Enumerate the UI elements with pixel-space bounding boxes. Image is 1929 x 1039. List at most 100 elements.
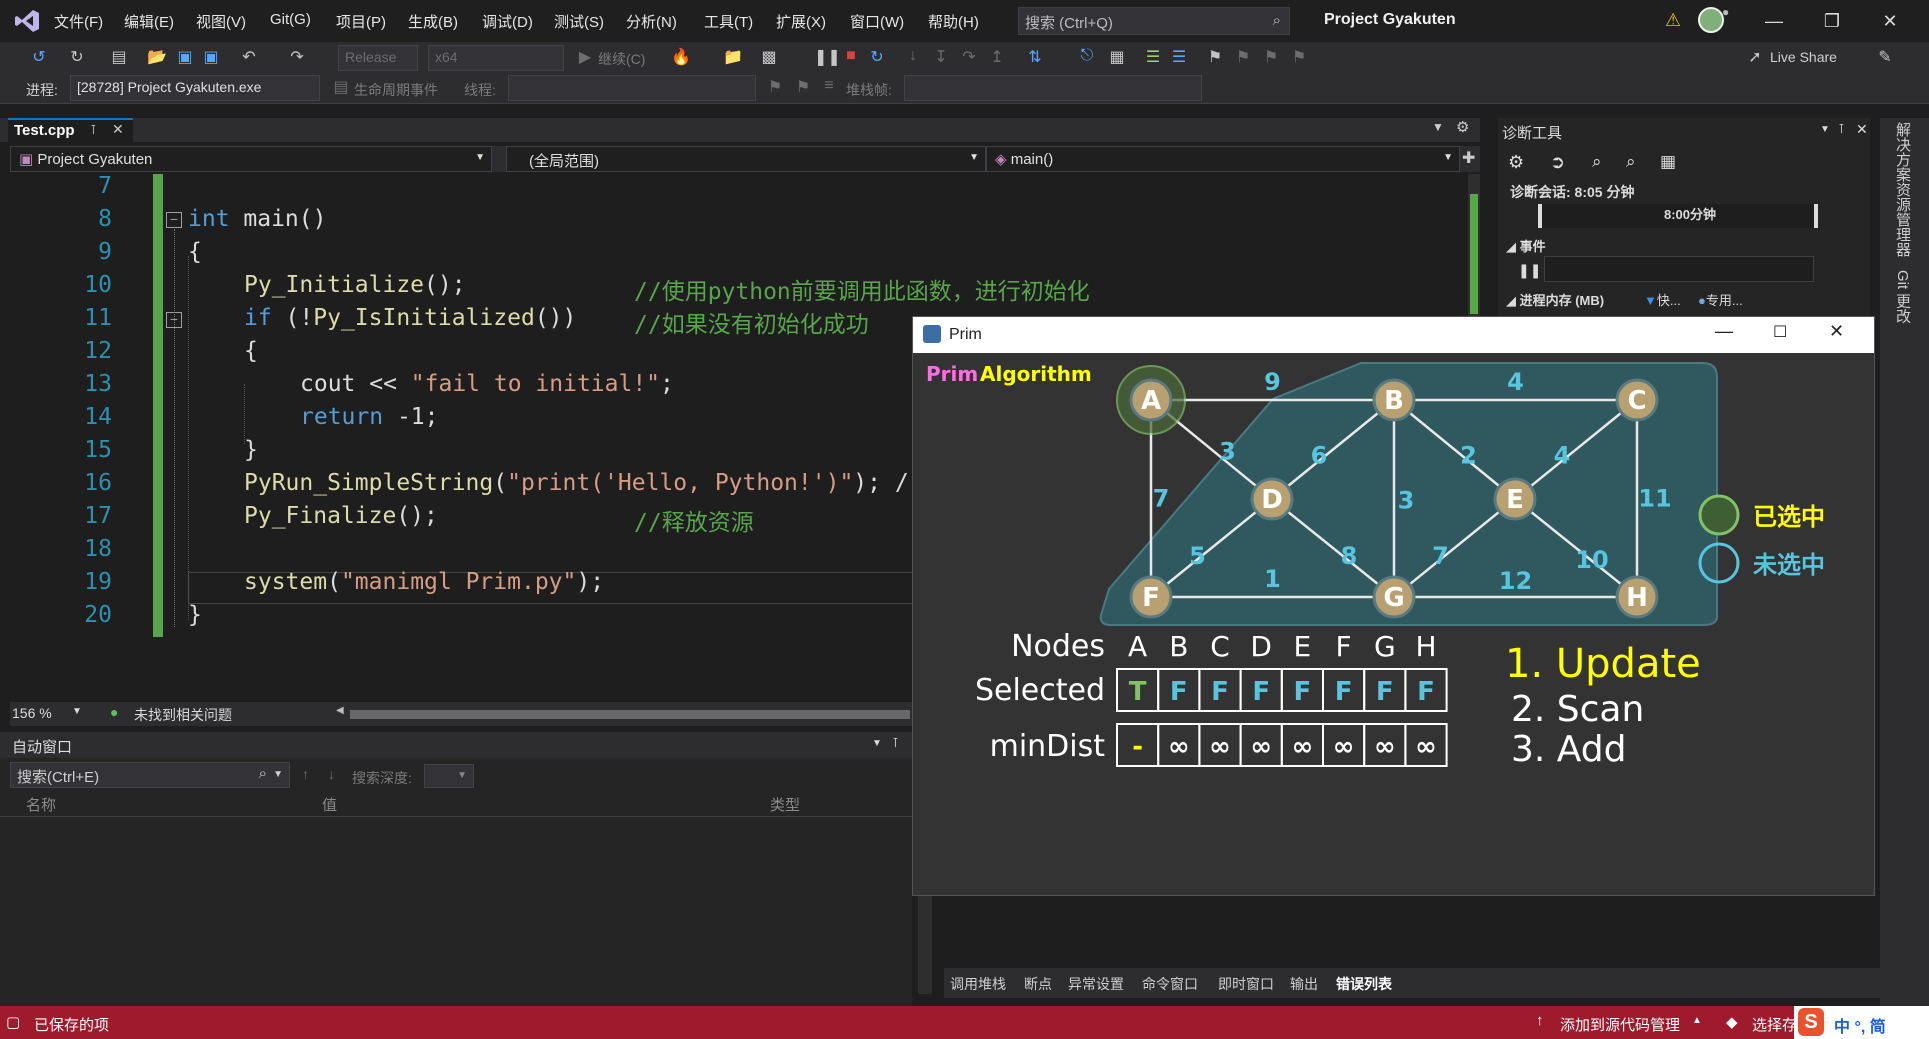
live-share-icon[interactable]: ➚: [1744, 47, 1766, 67]
scroll-left-icon[interactable]: ◀: [336, 705, 344, 716]
prim-maximize-button[interactable]: ☐: [1773, 322, 1787, 342]
menu-item[interactable]: 项目(P): [336, 11, 386, 32]
memory-icon[interactable]: ▦: [1106, 47, 1128, 67]
close-button[interactable]: ✕: [1870, 6, 1910, 36]
restart-icon[interactable]: ↻: [866, 47, 888, 67]
bottom-tab[interactable]: 错误列表: [1336, 974, 1392, 994]
chevron-down-icon[interactable]: ▼: [72, 706, 82, 717]
feedback-icon[interactable]: ✎: [1874, 47, 1896, 67]
warning-icon[interactable]: ⚠: [1665, 10, 1681, 31]
avatar[interactable]: [1698, 7, 1724, 33]
comment-icon[interactable]: ☰: [1142, 47, 1164, 67]
bottom-tab[interactable]: 异常设置: [1068, 974, 1124, 994]
export-icon[interactable]: ➲: [1550, 152, 1565, 173]
zoom-out-icon[interactable]: ⌕: [1626, 152, 1636, 172]
add-source-control[interactable]: 添加到源代码管理: [1560, 1014, 1680, 1035]
continue-icon[interactable]: ▶: [574, 47, 596, 67]
undo-icon[interactable]: ↶: [238, 47, 260, 67]
pin-icon[interactable]: ⊺: [90, 122, 97, 138]
minimize-button[interactable]: —: [1754, 6, 1794, 36]
pause-icon[interactable]: ❚❚: [1518, 262, 1541, 279]
project-select[interactable]: ▣ Project Gyakuten ▼: [10, 146, 492, 172]
menu-item[interactable]: 帮助(H): [928, 11, 979, 32]
grid-icon[interactable]: ▦: [1660, 152, 1676, 172]
scope-select[interactable]: (全局范围) ▼: [506, 146, 986, 172]
code-line-13[interactable]: cout << "fail to initial!";: [300, 371, 674, 397]
step-into-icon[interactable]: ↓: [902, 47, 924, 65]
step-out-icon[interactable]: ↥: [986, 47, 1008, 67]
split-icon[interactable]: ✚: [1462, 148, 1475, 168]
platform-select[interactable]: x64: [428, 45, 564, 71]
tab-list-icon[interactable]: ▼: [1432, 120, 1444, 134]
ime-bar[interactable]: S 中 °, 简: [1794, 1006, 1929, 1039]
back-icon[interactable]: ↺: [28, 47, 50, 67]
ime-status[interactable]: 中 °, 简: [1834, 1013, 1886, 1037]
uncomment-icon[interactable]: ☰: [1168, 47, 1190, 67]
next-bookmark-icon[interactable]: ⚑: [1260, 47, 1282, 67]
bottom-tab[interactable]: 调用堆栈: [950, 974, 1006, 994]
stackframe-select[interactable]: [904, 75, 1202, 101]
code-line-14[interactable]: return -1;: [300, 404, 438, 430]
code-line-17[interactable]: Py_Finalize();: [244, 503, 438, 529]
save-icon[interactable]: ▣: [174, 47, 196, 67]
horizontal-scrollbar[interactable]: [350, 710, 910, 719]
filter-icon[interactable]: ⚑: [792, 77, 814, 97]
column-name[interactable]: 名称: [26, 794, 56, 815]
menu-item[interactable]: 生成(B): [408, 11, 458, 32]
code-line-15[interactable]: }: [244, 437, 258, 463]
stop-icon[interactable]: ■: [840, 47, 862, 65]
saved-status[interactable]: 已保存的项: [34, 1014, 109, 1035]
pin-icon[interactable]: ⊺: [1838, 121, 1845, 137]
open-file-icon[interactable]: 📂: [146, 47, 168, 67]
thread-select[interactable]: [508, 75, 756, 101]
prim-minimize-button[interactable]: —: [1715, 321, 1733, 342]
menu-item[interactable]: 扩展(X): [776, 11, 826, 32]
menu-item[interactable]: Git(G): [270, 11, 311, 28]
search-input[interactable]: 搜索 (Ctrl+Q) ⌕: [1018, 7, 1290, 35]
settings-icon[interactable]: ⚙: [1456, 118, 1469, 136]
step-back-icon[interactable]: ↷: [958, 47, 980, 67]
menu-item[interactable]: 视图(V): [196, 11, 246, 32]
zoom-level[interactable]: 156 %: [12, 705, 52, 721]
bottom-tab[interactable]: 输出: [1290, 974, 1318, 994]
code-line-20[interactable]: }: [188, 602, 202, 628]
clear-bookmarks-icon[interactable]: ⚑: [1288, 47, 1310, 67]
select-repo[interactable]: 选择存: [1752, 1014, 1797, 1035]
timeline-start-handle[interactable]: [1538, 204, 1542, 228]
breakpoint-icon[interactable]: ⎋: [1076, 47, 1098, 65]
code-line-12[interactable]: {: [244, 338, 258, 364]
continue-label[interactable]: 继续(C): [598, 49, 645, 69]
prim-close-button[interactable]: ✕: [1829, 321, 1844, 342]
close-panel-icon[interactable]: ✕: [1856, 121, 1868, 138]
menu-item[interactable]: 编辑(E): [124, 11, 174, 32]
bottom-tab[interactable]: 断点: [1024, 974, 1052, 994]
menu-item[interactable]: 测试(S): [554, 11, 604, 32]
column-type[interactable]: 类型: [770, 794, 800, 815]
menu-item[interactable]: 文件(F): [54, 11, 103, 32]
chevron-down-icon[interactable]: ▼: [273, 769, 283, 780]
restore-button[interactable]: ❐: [1812, 6, 1852, 36]
layout-icon[interactable]: ▩: [758, 47, 780, 67]
code-line-8[interactable]: int main(): [188, 206, 326, 232]
git-changes-tab[interactable]: Git 更改: [1892, 270, 1913, 323]
events-section[interactable]: ◢ 事件: [1506, 236, 1546, 255]
prev-bookmark-icon[interactable]: ⚑: [1232, 47, 1254, 67]
code-line-19[interactable]: system("manimgl Prim.py");: [244, 569, 604, 595]
column-value[interactable]: 值: [322, 794, 337, 815]
autos-search-input[interactable]: 搜索(Ctrl+E) ⌕ ▼: [10, 762, 290, 788]
redo-icon[interactable]: ↷: [286, 47, 308, 67]
member-select[interactable]: ◈ main() ▼: [986, 146, 1460, 172]
memory-section[interactable]: ◢ 进程内存 (MB): [1506, 290, 1604, 309]
process-select[interactable]: [28728] Project Gyakuten.exe: [70, 75, 320, 101]
pin-icon[interactable]: ⊺: [892, 735, 899, 751]
solution-explorer-tab[interactable]: 解决方案资源管理器: [1892, 122, 1913, 257]
code-line-11[interactable]: if (!Py_IsInitialized()): [244, 305, 576, 331]
stack-icon[interactable]: ≡: [818, 77, 840, 95]
collapse-main-icon[interactable]: −: [166, 212, 182, 228]
code-line-10[interactable]: Py_Initialize();: [244, 272, 466, 298]
search-icon[interactable]: ⌕: [259, 765, 267, 782]
arrow-up-icon[interactable]: ↑: [302, 766, 309, 782]
close-tab-icon[interactable]: ✕: [112, 121, 124, 138]
show-threads-icon[interactable]: ⇅: [1024, 47, 1046, 67]
hot-reload-icon[interactable]: 🔥: [670, 47, 692, 67]
